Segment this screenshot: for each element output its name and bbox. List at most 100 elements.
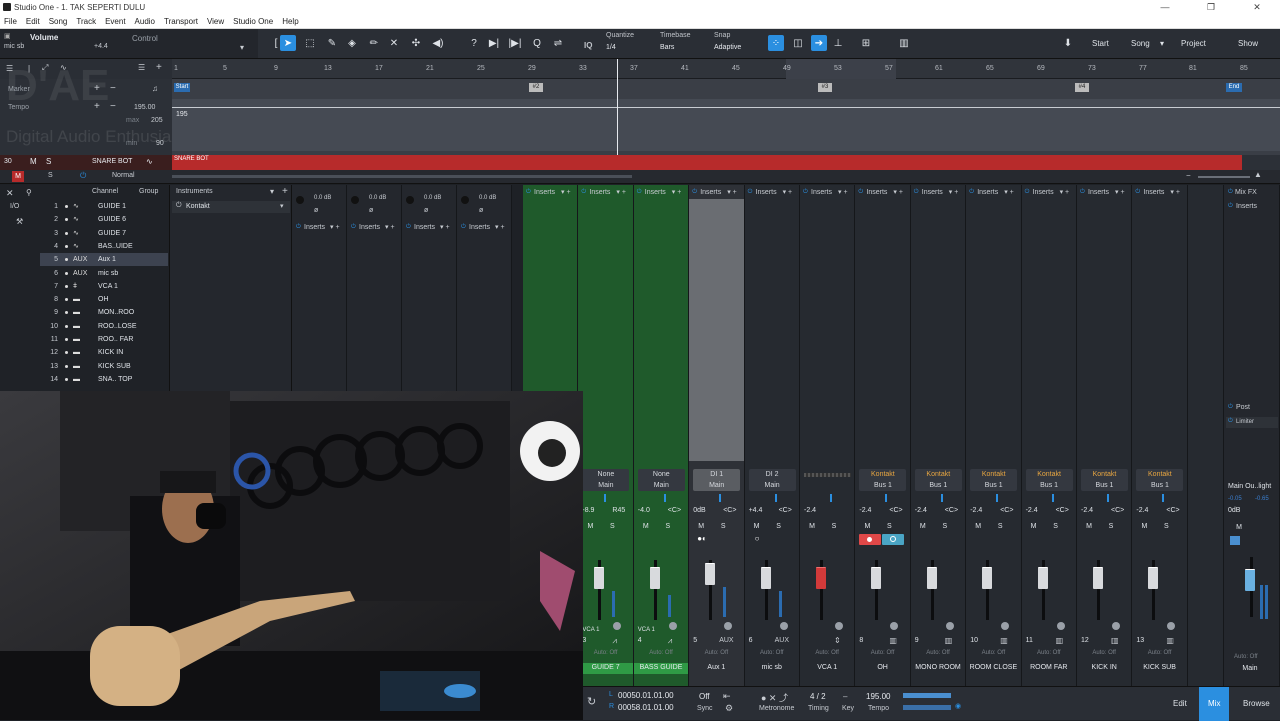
pan-value[interactable]: <C> [945, 507, 958, 514]
marker-lane[interactable]: Start #2 #3 #4 End [172, 79, 1280, 99]
channel-name-bar[interactable]: VCA 1 [800, 663, 854, 674]
inserts-label[interactable]: Inserts [1088, 189, 1109, 196]
menu-transport[interactable]: Transport [164, 15, 198, 28]
channel-list-item[interactable]: 10 ▬ ROO..LOSE [40, 320, 168, 333]
channel-name-bar[interactable]: ROOM FAR [1022, 663, 1076, 674]
channel-list-item[interactable]: 6 AUX mic sb [40, 267, 168, 280]
inserts-power-icon[interactable]: ⏻ [1080, 189, 1085, 196]
pan-value[interactable]: <C> [1111, 507, 1124, 514]
mute-button[interactable]: M [692, 521, 710, 532]
mixfx-power-icon[interactable]: ⏻ [1228, 189, 1233, 196]
input-output-routing[interactable]: DI 1 Main [693, 469, 741, 491]
pan-knob[interactable] [945, 622, 954, 630]
inserts-menu-icon[interactable]: ▾ + [440, 223, 450, 231]
instrument-item[interactable]: ⏻ Kontakt ▾ [172, 201, 290, 213]
control-dropdown-icon[interactable]: ▾ [240, 43, 244, 52]
tempo-max[interactable]: 205 [151, 117, 163, 124]
track-mode[interactable]: Normal [112, 172, 135, 179]
marker-2[interactable]: #2 [529, 83, 543, 92]
inserts-power-icon[interactable]: ⏻ [526, 189, 531, 196]
track-mute-button[interactable]: M [30, 157, 37, 166]
mute-button[interactable]: M [637, 521, 655, 532]
param-value[interactable]: +4.4 [94, 43, 108, 50]
inserts-menu-icon[interactable]: ▾ + [616, 188, 626, 196]
limiter-slot[interactable]: ⏻ Limiter [1226, 417, 1278, 428]
inserts-menu-icon[interactable]: ▾ + [727, 188, 737, 196]
channel-list-item[interactable]: 8 ▬ OH [40, 293, 168, 306]
inserts-power-icon[interactable]: ⏻ [1135, 189, 1140, 196]
inserts-power-icon[interactable]: ⏻ [748, 189, 753, 196]
mute-button[interactable]: M [1080, 521, 1098, 532]
inserts-label[interactable]: Inserts [414, 224, 435, 231]
channel-list-item[interactable]: 5 AUX Aux 1 [40, 253, 168, 267]
inserts-power-icon[interactable]: ⏻ [406, 224, 411, 231]
menu-help[interactable]: Help [282, 15, 298, 28]
tempo-value[interactable]: 195.00 [134, 104, 155, 111]
visibility-dot-icon[interactable] [65, 271, 68, 275]
volume-value[interactable]: -2.4 [1081, 507, 1093, 514]
channel-name-bar[interactable]: MONO ROOM [911, 663, 965, 674]
input-output-routing[interactable]: Kontakt Bus 1 [1081, 469, 1128, 491]
inserts-power-icon[interactable]: ⏻ [858, 189, 863, 196]
limiter-power-icon[interactable]: ⏻ [1228, 418, 1233, 425]
timing-value[interactable]: 4 / 2 [810, 692, 826, 701]
input-output-routing[interactable]: Kontakt Bus 1 [1025, 469, 1073, 491]
tempo-display[interactable]: 195.00 [866, 692, 890, 701]
solo-button[interactable]: S [659, 521, 677, 532]
main-monitor-button[interactable] [1230, 536, 1240, 545]
visibility-dot-icon[interactable] [65, 338, 68, 341]
solo-button[interactable]: S [936, 521, 954, 532]
pan-value[interactable]: <C> [1000, 507, 1013, 514]
input-output-routing[interactable]: Kontakt Bus 1 [970, 469, 1018, 491]
pan-indicator[interactable] [604, 494, 607, 502]
right-locator[interactable]: 00058.01.01.00 [618, 703, 674, 712]
inserts-power-icon[interactable]: ⏻ [581, 189, 586, 196]
key-icon[interactable]: – [843, 692, 847, 701]
strip-volume[interactable]: 0.0 dB [314, 195, 331, 201]
zoom-slider[interactable] [1198, 176, 1250, 178]
visibility-dot-icon[interactable] [65, 298, 68, 302]
automation-mode[interactable]: Auto: Off [966, 650, 1020, 656]
fader-handle[interactable] [1148, 567, 1159, 589]
tempo-lane[interactable]: 195 [172, 99, 1280, 151]
inserts-power-icon[interactable]: ⏻ [914, 189, 919, 196]
channel-name-bar[interactable]: ROOM CLOSE [966, 663, 1020, 674]
fader-handle[interactable] [649, 567, 660, 589]
inserts-label[interactable]: Inserts [866, 189, 887, 196]
rewind-icon[interactable]: ⇤ [723, 691, 731, 702]
automation-mode[interactable]: Auto: Off [634, 650, 688, 656]
mute-button[interactable]: M [1135, 521, 1153, 532]
track-mute-toggle[interactable]: M [12, 171, 24, 182]
volume-value[interactable]: -2.4 [859, 507, 871, 514]
inserts-label[interactable]: Inserts [922, 189, 943, 196]
visibility-dot-icon[interactable] [65, 311, 68, 315]
automation-mode[interactable]: Auto: Off [745, 650, 799, 656]
inserts-label[interactable]: Inserts [977, 189, 998, 196]
link-toggle-icon[interactable]: ●◐ [697, 534, 707, 543]
vca-assign-label[interactable]: VCA 1 [582, 627, 599, 633]
audio-clip[interactable]: SNARE BOT [172, 155, 1242, 170]
start-button[interactable]: Start [1092, 39, 1109, 48]
inserts-power-icon[interactable]: ⏻ [692, 189, 697, 196]
track-name[interactable]: SNARE BOT [92, 158, 132, 165]
listen-tool-icon[interactable]: ◀) [430, 35, 446, 51]
channel-list-item[interactable]: 13 ▬ KICK SUB [40, 360, 168, 373]
inserts-menu-icon[interactable]: ▾ + [949, 188, 959, 196]
input-output-routing[interactable]: Kontakt Bus 1 [1136, 469, 1184, 491]
inserts-menu-icon[interactable]: ▾ + [672, 188, 682, 196]
instruments-dropdown-icon[interactable]: ▾ [270, 187, 274, 196]
loop-icon[interactable]: ↻ [587, 695, 596, 708]
channel-name-bar[interactable]: KICK IN [1077, 663, 1131, 674]
input-output-routing[interactable]: Kontakt Bus 1 [859, 469, 907, 491]
instrument-icon[interactable]: ▥ [896, 35, 912, 51]
automation-mode[interactable]: Auto: Off [1077, 650, 1131, 656]
zoom-in-icon[interactable]: ▲ [1254, 170, 1262, 179]
automation-mode[interactable]: Auto: Off [1022, 650, 1076, 656]
inserts-menu-icon[interactable]: ▾ + [1060, 188, 1070, 196]
mute-button[interactable]: M [914, 521, 932, 532]
grid-options-icon[interactable]: ⊞ [858, 35, 874, 51]
inserts-power-icon[interactable]: ⏻ [1025, 189, 1030, 196]
split-tool-icon[interactable]: ✎ [324, 35, 340, 51]
mute-button[interactable]: M [748, 521, 766, 532]
fader-handle[interactable] [816, 567, 826, 589]
